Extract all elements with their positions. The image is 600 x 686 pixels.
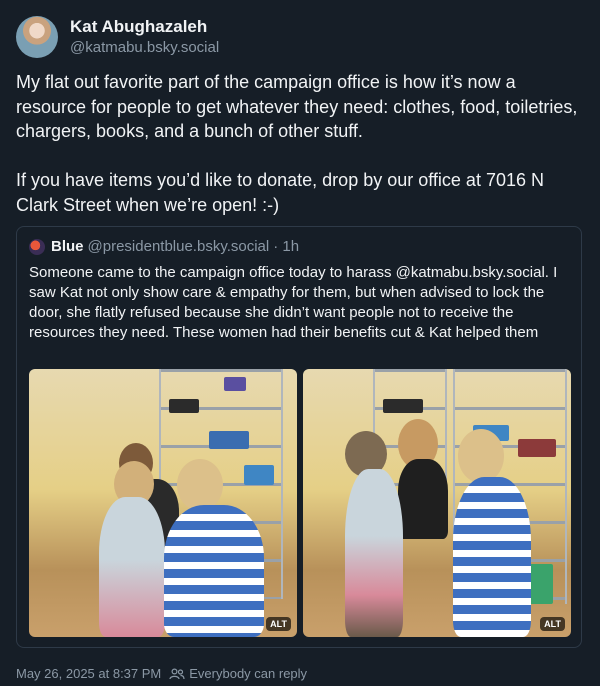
author-handle[interactable]: @katmabu.bsky.social — [70, 38, 219, 58]
quoted-post-time: · 1h — [273, 238, 300, 255]
quoted-post-header: Blue @presidentblue.bsky.social · 1h — [29, 238, 299, 255]
person — [164, 505, 264, 637]
post-header: Kat Abughazaleh @katmabu.bsky.social — [16, 16, 219, 58]
post-footer: May 26, 2025 at 8:37 PM Everybody can re… — [16, 666, 307, 681]
post-text: My flat out favorite part of the campaig… — [16, 70, 584, 217]
author-names: Kat Abughazaleh @katmabu.bsky.social — [70, 16, 219, 58]
person — [345, 469, 403, 637]
quoted-author-avatar — [29, 238, 45, 255]
shelf-item — [224, 377, 246, 391]
post-timestamp[interactable]: May 26, 2025 at 8:37 PM — [16, 666, 161, 681]
reply-setting[interactable]: Everybody can reply — [189, 666, 307, 681]
author-display-name[interactable]: Kat Abughazaleh — [70, 16, 219, 38]
quoted-image[interactable]: ALT — [303, 369, 571, 637]
shelf-item — [383, 399, 423, 413]
person — [99, 497, 165, 637]
shelf-item — [209, 431, 249, 449]
person-head — [458, 429, 504, 483]
quoted-image[interactable]: ALT — [29, 369, 297, 637]
people-icon — [169, 667, 185, 679]
author-avatar[interactable] — [16, 16, 58, 58]
quoted-post[interactable]: Blue @presidentblue.bsky.social · 1h Som… — [16, 226, 582, 648]
alt-badge[interactable]: ALT — [540, 617, 565, 631]
shelf-item — [169, 399, 199, 413]
shelf-item — [518, 439, 556, 457]
post-paragraph: If you have items you’d like to donate, … — [16, 170, 544, 215]
shelf-item — [244, 465, 274, 485]
alt-badge[interactable]: ALT — [266, 617, 291, 631]
person-head — [177, 459, 223, 511]
quoted-post-text: Someone came to the campaign office toda… — [29, 264, 558, 341]
post-paragraph: My flat out favorite part of the campaig… — [16, 72, 578, 141]
person — [453, 477, 531, 637]
quoted-author-handle: @presidentblue.bsky.social — [87, 238, 270, 255]
person — [398, 459, 448, 539]
quoted-author-name: Blue — [51, 238, 84, 255]
